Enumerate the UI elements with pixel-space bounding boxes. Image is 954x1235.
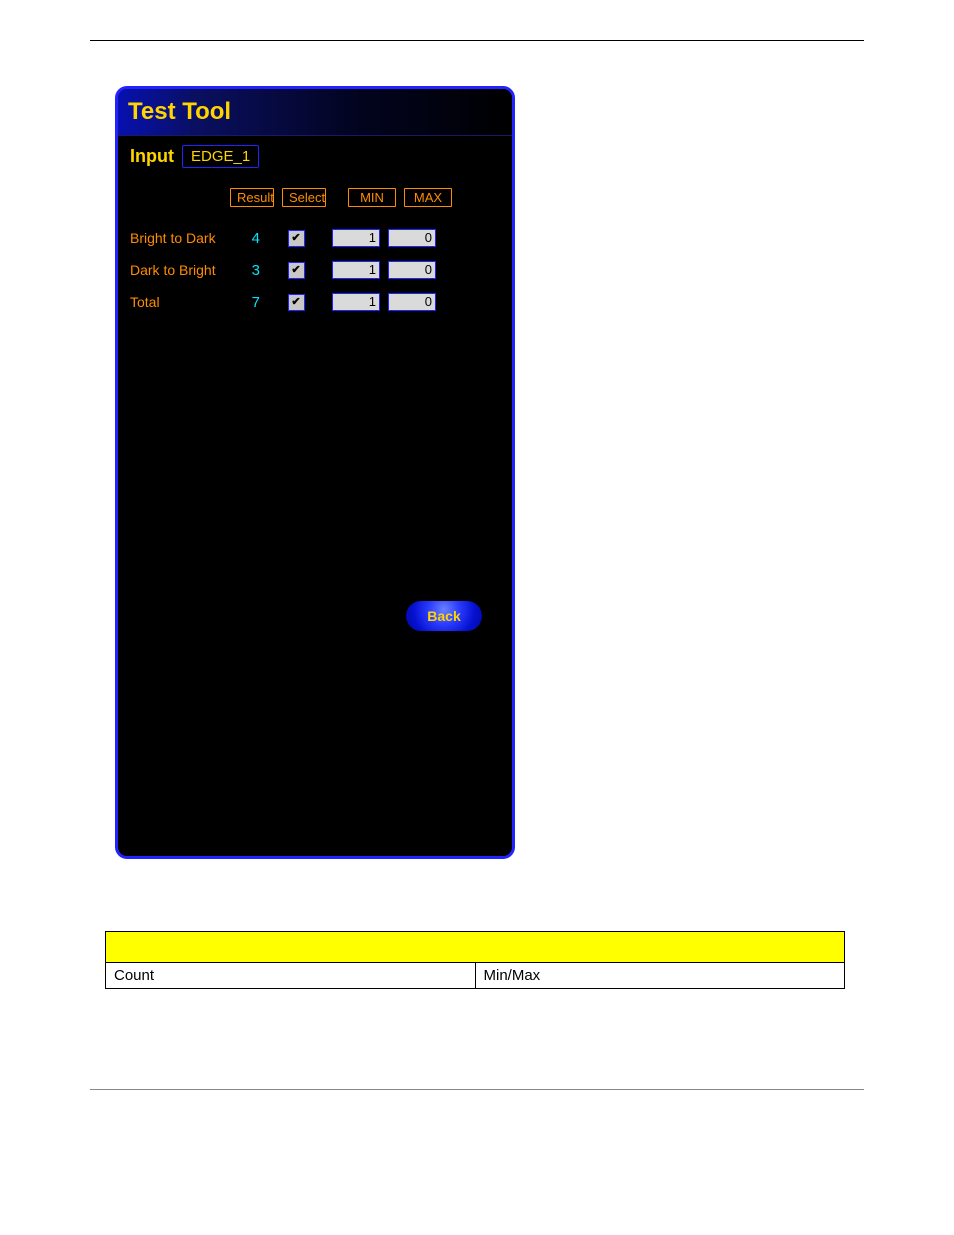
title-bar: Test Tool: [118, 89, 512, 135]
max-field[interactable]: 0: [388, 293, 436, 311]
header-result: Result: [230, 188, 274, 207]
select-checkbox[interactable]: ✔: [288, 230, 305, 247]
row-label: Total: [130, 294, 230, 310]
min-field[interactable]: 1: [332, 293, 380, 311]
header-min: MIN: [348, 188, 396, 207]
table-row: Total 7 ✔ 1 0: [130, 293, 500, 311]
note-col1: Count: [106, 963, 476, 989]
row-result: 4: [230, 230, 274, 247]
select-checkbox[interactable]: ✔: [288, 294, 305, 311]
row-result: 3: [230, 262, 274, 279]
row-result: 7: [230, 294, 274, 311]
header-select: Select: [282, 188, 326, 207]
header-max: MAX: [404, 188, 452, 207]
column-headers: Result Select MIN MAX: [230, 188, 500, 207]
note-col2: Min/Max: [475, 963, 845, 989]
content-area: Result Select MIN MAX Bright to Dark 4 ✔…: [118, 176, 512, 856]
table-row: Dark to Bright 3 ✔ 1 0: [130, 261, 500, 279]
note-table: Count Min/Max: [105, 931, 845, 989]
max-field[interactable]: 0: [388, 261, 436, 279]
min-field[interactable]: 1: [332, 261, 380, 279]
back-button[interactable]: Back: [406, 601, 482, 631]
input-bar: Input EDGE_1: [118, 135, 512, 176]
device-screen: Test Tool Input EDGE_1 Result Select MIN…: [115, 86, 515, 859]
input-value[interactable]: EDGE_1: [182, 145, 259, 168]
table-row: Bright to Dark 4 ✔ 1 0: [130, 229, 500, 247]
select-checkbox[interactable]: ✔: [288, 262, 305, 279]
max-field[interactable]: 0: [388, 229, 436, 247]
top-divider: [90, 40, 864, 41]
title-text: Test Tool: [128, 98, 231, 126]
row-label: Dark to Bright: [130, 262, 230, 278]
row-label: Bright to Dark: [130, 230, 230, 246]
input-label: Input: [130, 146, 174, 167]
min-field[interactable]: 1: [332, 229, 380, 247]
bottom-divider: [90, 1089, 864, 1090]
note-header: [106, 932, 845, 963]
